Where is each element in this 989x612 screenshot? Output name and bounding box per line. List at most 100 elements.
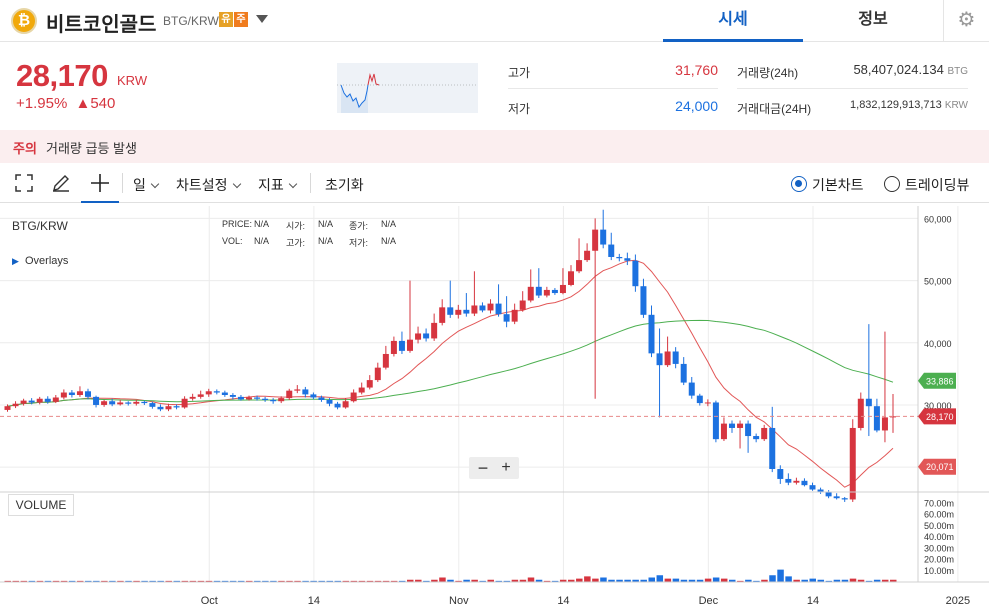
candle-body [278, 398, 285, 402]
candlestick-series [4, 209, 896, 502]
volume-bar [720, 578, 728, 582]
coin-pair: BTG/KRW [163, 14, 219, 28]
volume-bar [439, 577, 446, 582]
price-unit: KRW [117, 73, 148, 88]
candle-body [189, 396, 196, 399]
toolbar-separator [122, 173, 123, 193]
candle-body [133, 401, 140, 404]
coin-name[interactable]: 비트코인골드 [46, 8, 156, 37]
candle-body [85, 391, 91, 397]
tab-market-price[interactable]: 시세 [663, 0, 803, 42]
candle-body [495, 303, 502, 315]
last-price-tag-text: 28,170 [926, 412, 954, 422]
close-readout-label: 종가: [349, 221, 369, 231]
interval-select[interactable]: 일 [133, 175, 160, 195]
candle-body [543, 289, 550, 296]
tradingview-radio[interactable] [884, 176, 900, 192]
candle-body [52, 397, 59, 402]
candle-body [696, 395, 703, 404]
volume-tick-label: 50.00m [924, 521, 954, 531]
high-readout-label: 고가: [286, 238, 306, 248]
time-tick-label: 14 [557, 595, 569, 607]
candle-body [511, 309, 518, 322]
candle-body [729, 423, 735, 428]
candle-body [849, 427, 856, 500]
candle-body [857, 398, 864, 428]
volume-bar [777, 569, 784, 582]
reset-button[interactable]: 초기화 [325, 175, 364, 195]
amount-24h-unit: KRW [944, 100, 968, 111]
candle-body [423, 333, 430, 339]
price-readout-label: PRICE: [222, 219, 253, 229]
candle-body [471, 305, 478, 314]
candle-body [76, 391, 83, 396]
time-tick-label: 14 [308, 595, 320, 607]
chart-grid [0, 206, 959, 582]
chart-settings-label: 차트설정 [176, 177, 228, 193]
candle-body [640, 286, 647, 315]
candle-body [592, 229, 599, 251]
candle-body [398, 340, 405, 351]
candle-body [197, 394, 204, 397]
coin-dropdown-caret-icon[interactable] [256, 15, 268, 23]
candle-body [833, 496, 840, 499]
candle-body [407, 339, 413, 351]
volume-tick-label: 30.00m [924, 543, 954, 553]
volume-tick-label: 70.00m [924, 498, 954, 508]
candle-body [503, 314, 510, 322]
low-value: 24,000 [675, 98, 718, 114]
candle-body [527, 286, 534, 301]
basic-chart-label[interactable]: 기본차트 [812, 175, 864, 195]
tradingview-label[interactable]: 트레이딩뷰 [905, 175, 969, 195]
zoom-out-button[interactable]: − [474, 458, 492, 478]
high-label: 고가 [508, 66, 531, 80]
candle-body [221, 392, 228, 396]
candle-body [664, 351, 671, 366]
volume-24h-label: 거래량(24h) [737, 66, 799, 80]
candle-body [254, 397, 261, 399]
candle-body [4, 406, 11, 410]
low-readout-label: 저가: [349, 238, 369, 248]
tab-info[interactable]: 정보 [803, 0, 943, 42]
candle-body [366, 380, 373, 388]
notice-banner [0, 130, 989, 163]
gear-icon[interactable]: ⚙ [943, 0, 989, 42]
amount-24h: 1,832,129,913,713 KRW [820, 99, 968, 111]
fullscreen-icon[interactable] [15, 174, 33, 192]
candle-body [745, 423, 752, 437]
candle-body [358, 387, 365, 393]
candle-body [753, 436, 760, 440]
candle-body [865, 398, 872, 407]
candle-body [793, 480, 800, 483]
time-tick-label: Dec [699, 595, 719, 607]
candle-body [44, 398, 51, 402]
candle-body [93, 396, 100, 405]
basic-chart-radio[interactable] [791, 176, 807, 192]
candle-body [535, 286, 542, 296]
indicators-select[interactable]: 지표 [258, 175, 298, 195]
candle-body [20, 400, 27, 404]
pencil-icon[interactable] [51, 173, 71, 193]
volume-24h: 58,407,024.134 BTG [820, 62, 968, 77]
candle-body [302, 389, 309, 395]
overlays-toggle[interactable]: ▶ Overlays [12, 255, 68, 267]
price-chart[interactable]: 60,00050,00040,00030,000Oct 14 Nov 14 Dec 14 2… [0, 206, 989, 612]
crosshair-tool[interactable] [81, 166, 119, 203]
candle-body [382, 353, 389, 368]
candle-body [737, 423, 744, 428]
triangle-right-icon: ▶ [12, 256, 19, 266]
candle-body [205, 391, 212, 395]
volume-tick-label: 60.00m [924, 510, 954, 520]
candle-body [68, 392, 75, 396]
ohlc-readout: PRICE: N/A 시가: N/A 종가: N/A VOL: N/A 고가: … [222, 219, 422, 249]
volume-24h-value: 58,407,024.134 [853, 62, 944, 77]
chart-settings-select[interactable]: 차트설정 [176, 175, 241, 195]
zoom-in-button[interactable]: + [497, 458, 515, 478]
notice-text: 거래량 급등 발생 [46, 141, 137, 156]
volume-tick-label: 10.00m [924, 566, 954, 576]
candle-body [825, 492, 832, 497]
volume-panel-label[interactable]: VOLUME [8, 494, 74, 516]
volume-bar [849, 578, 857, 582]
candle-body [841, 498, 848, 500]
volume-bar [656, 575, 664, 582]
